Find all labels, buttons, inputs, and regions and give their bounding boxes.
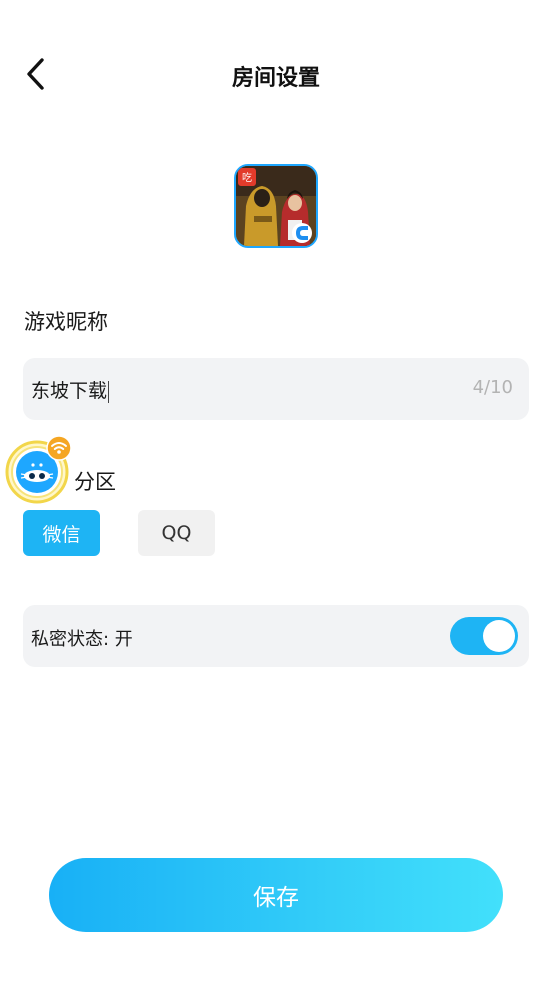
text-caret: [108, 380, 110, 403]
nickname-value-wrap: 东坡下载: [31, 376, 110, 403]
private-status-row: 私密状态: 开: [23, 605, 529, 667]
toggle-knob: [483, 620, 515, 652]
region-option-label: QQ: [161, 522, 192, 544]
save-button[interactable]: 保存: [49, 858, 503, 932]
save-button-label: 保存: [253, 885, 299, 911]
wifi-icon: [46, 435, 72, 461]
nickname-value: 东坡下载: [31, 380, 108, 402]
game-icon: 吃: [234, 164, 318, 248]
nickname-counter: 4/10: [472, 377, 513, 398]
region-option-label: 微信: [42, 523, 81, 546]
private-status-toggle[interactable]: [450, 617, 518, 655]
region-option-qq[interactable]: QQ: [138, 510, 215, 556]
private-status-label: 私密状态: 开: [31, 629, 133, 650]
region-label: 分区: [74, 470, 116, 494]
region-option-wechat[interactable]: 微信: [23, 510, 100, 556]
nickname-input[interactable]: 东坡下载 4/10: [23, 358, 529, 420]
floating-avatar[interactable]: [3, 435, 72, 504]
header: 房间设置: [0, 40, 552, 110]
svg-text:吃: 吃: [242, 171, 252, 184]
nickname-label: 游戏昵称: [24, 310, 108, 334]
page-title: 房间设置: [231, 66, 320, 91]
